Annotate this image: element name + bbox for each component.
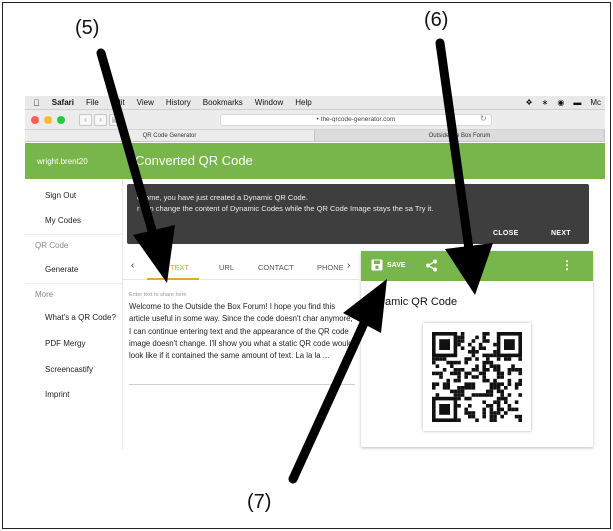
tab-url[interactable]: URL bbox=[219, 263, 234, 272]
menu-edit[interactable]: Edit bbox=[111, 98, 125, 107]
save-icon bbox=[371, 259, 383, 271]
share-icon[interactable] bbox=[425, 259, 438, 272]
sidebar-section-more: More bbox=[35, 290, 54, 299]
tab-phone[interactable]: PHONE bbox=[317, 263, 344, 272]
mac-menu-bar:  Safari File Edit View History Bookmark… bbox=[25, 96, 605, 110]
menu-history[interactable]: History bbox=[166, 98, 191, 107]
sidebar-divider bbox=[25, 234, 123, 235]
sidebar-item-imprint[interactable]: Imprint bbox=[45, 390, 69, 399]
notice-line-1: esome, you have just created a Dynamic Q… bbox=[137, 193, 308, 202]
wifi-icon[interactable]: ◉ bbox=[557, 98, 564, 107]
sidebar-section-qr-code: QR Code bbox=[35, 241, 69, 250]
sidebar-divider bbox=[25, 283, 123, 284]
chevron-right-icon[interactable]: › bbox=[347, 260, 350, 271]
dynamic-code-notice: esome, you have just created a Dynamic Q… bbox=[127, 184, 589, 244]
chevron-left-icon[interactable]: ‹ bbox=[131, 260, 134, 271]
username[interactable]: wright.brent20 bbox=[37, 157, 88, 166]
callout-5: (5) bbox=[75, 17, 100, 39]
apple-icon[interactable]:  bbox=[33, 98, 40, 108]
tab-contact[interactable]: CONTACT bbox=[258, 263, 294, 272]
menu-status-area: ❖ ∗ ◉ ▬ Mc bbox=[525, 98, 605, 107]
window-controls bbox=[31, 116, 65, 124]
menu-app-name[interactable]: Safari bbox=[52, 98, 74, 107]
figure-frame:  Safari File Edit View History Bookmark… bbox=[2, 2, 611, 529]
qr-code-image bbox=[423, 323, 531, 431]
app-header: wright.brent20 Converted QR Code bbox=[25, 143, 605, 179]
browser-toolbar: ‹ › ▤ • the-qrcode-generator.com ↻ bbox=[25, 110, 605, 130]
minimize-window-icon[interactable] bbox=[44, 116, 52, 124]
menu-window[interactable]: Window bbox=[255, 98, 283, 107]
sidebar-item-pdf-mergy[interactable]: PDF Mergy bbox=[45, 339, 85, 348]
menu-file[interactable]: File bbox=[86, 98, 99, 107]
back-icon[interactable]: ‹ bbox=[79, 114, 92, 126]
content-type-tabs: ‹ E TEXT URL CONTACT PHONE › bbox=[123, 250, 359, 280]
sidebar-toggle-icon[interactable]: ▤ bbox=[109, 114, 122, 126]
browser-tab-forum[interactable]: Outside the Box Forum bbox=[315, 130, 605, 141]
sidebar-item-my-codes[interactable]: My Codes bbox=[45, 216, 81, 225]
address-bar[interactable]: • the-qrcode-generator.com bbox=[220, 114, 492, 126]
browser-tabs: QR Code Generator Outside the Box Forum bbox=[25, 130, 605, 142]
dropbox-icon[interactable]: ❖ bbox=[525, 98, 532, 107]
qr-action-bar: SAVE ⋮ bbox=[361, 251, 593, 281]
notice-close-button[interactable]: CLOSE bbox=[493, 230, 519, 237]
content-panel: ‹ E TEXT URL CONTACT PHONE › Enter text … bbox=[123, 250, 359, 450]
zoom-window-icon[interactable] bbox=[57, 116, 65, 124]
save-button-label: SAVE bbox=[387, 261, 406, 269]
menu-view[interactable]: View bbox=[137, 98, 154, 107]
page-title: Converted QR Code bbox=[135, 153, 253, 168]
close-window-icon[interactable] bbox=[31, 116, 39, 124]
reload-icon[interactable]: ↻ bbox=[480, 114, 487, 123]
qr-card-title: amic QR Code bbox=[385, 296, 458, 308]
more-vert-icon[interactable]: ⋮ bbox=[561, 259, 573, 271]
sidebar-item-generate[interactable]: Generate bbox=[45, 265, 78, 274]
sidebar: Sign Out My Codes QR Code Generate More … bbox=[25, 179, 123, 449]
callout-6: (6) bbox=[424, 9, 449, 31]
sidebar-item-sign-out[interactable]: Sign Out bbox=[45, 191, 76, 200]
text-input-underline bbox=[129, 384, 355, 385]
notice-line-2: r can change the content of Dynamic Code… bbox=[137, 204, 434, 213]
nav-buttons: ‹ › ▤ bbox=[79, 114, 122, 126]
menu-bookmarks[interactable]: Bookmarks bbox=[203, 98, 243, 107]
save-button[interactable]: SAVE bbox=[371, 259, 406, 271]
bluetooth-icon[interactable]: ∗ bbox=[542, 98, 549, 107]
sidebar-item-screencastify[interactable]: Screencastify bbox=[45, 365, 93, 374]
address-url: the-qrcode-generator.com bbox=[320, 116, 396, 123]
forward-icon[interactable]: › bbox=[94, 114, 107, 126]
qr-code-icon bbox=[432, 332, 522, 422]
notice-next-button[interactable]: NEXT bbox=[551, 230, 571, 237]
editor-hint: Enter text to share here bbox=[129, 292, 187, 298]
battery-icon[interactable]: ▬ bbox=[573, 98, 581, 107]
tab-text[interactable]: E TEXT bbox=[163, 263, 189, 272]
menu-help[interactable]: Help bbox=[295, 98, 311, 107]
qr-result-card: SAVE ⋮ amic QR Code bbox=[361, 251, 593, 447]
text-input[interactable]: Welcome to the Outside the Box Forum! I … bbox=[129, 301, 355, 362]
sidebar-item-whats-a-qr-code[interactable]: What's a QR Code? bbox=[45, 313, 116, 322]
callout-7: (7) bbox=[247, 491, 272, 513]
active-tab-indicator bbox=[147, 278, 199, 280]
browser-tab-qr-generator[interactable]: QR Code Generator bbox=[25, 130, 315, 141]
menu-right-text[interactable]: Mc bbox=[590, 98, 601, 107]
